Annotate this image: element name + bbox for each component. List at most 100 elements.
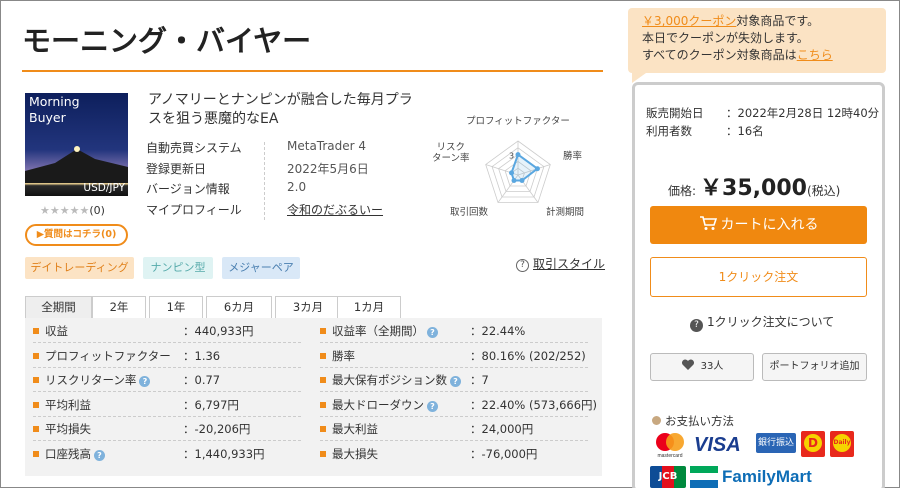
visa-logo: VISA [694, 434, 741, 456]
cart-icon [699, 216, 717, 230]
mountain-silhouette-icon [25, 146, 128, 183]
stat-divider [33, 415, 301, 417]
coupon-here-link[interactable]: こちら [797, 48, 833, 62]
stat-value: ：22.44% [470, 324, 526, 338]
radar-point-period [519, 178, 525, 184]
stat-row: 最大損失 ：-76,000円 [320, 443, 590, 465]
radar-label-risk-return: リスク ターン率 [432, 142, 470, 164]
stat-row: 最大保有ポジション数? ：7 [320, 369, 590, 391]
radar-point-profit_factor [515, 152, 521, 158]
tag-nanpin[interactable]: ナンピン型 [143, 257, 213, 279]
stat-value: ：-76,000円 [470, 446, 538, 461]
stat-divider [320, 391, 588, 392]
stat-value: ：24,000円 [470, 422, 534, 436]
info-key: 自動売買システム [146, 141, 242, 155]
bullet-square-icon [33, 352, 39, 359]
stat-label-wrap: 収益率（全期間）? [332, 320, 438, 342]
stat-divider [33, 342, 301, 343]
stat-row: 最大ドローダウン? ：22.40% (573,666円) [320, 394, 597, 416]
bullet-square-icon [320, 352, 326, 359]
stat-label: リスクリターン率 [45, 373, 137, 387]
radar-label-trades: 取引回数 [450, 207, 489, 218]
info-key: 登録更新日 [146, 162, 207, 176]
jcb-logo: JCB [650, 466, 686, 488]
radar-svg: 3 [485, 140, 551, 203]
one-click-about-label: 1クリック注文について [707, 315, 835, 329]
question-icon: ? [690, 319, 703, 332]
coupon-notice: ￥3,000クーポン対象商品です。 本日でクーポンが失効します。 すべてのクーポ… [628, 8, 886, 73]
mastercard-text: mastercard [657, 453, 682, 459]
thumbnail-text-line1: Morning [29, 94, 80, 109]
coupon-amount-link[interactable]: ￥3,000クーポン [642, 14, 736, 28]
info-value: MetaTrader 4 [287, 139, 367, 153]
help-icon[interactable]: ? [139, 376, 151, 387]
product-thumbnail[interactable]: Morning Buyer USD/JPY [25, 93, 128, 196]
bullet-square-icon [33, 450, 39, 457]
one-click-about-link[interactable]: ? 1クリック注文について [690, 313, 834, 332]
add-to-cart-button[interactable]: カートに入れる [650, 206, 867, 244]
trade-style-link[interactable]: 取引スタイル [533, 257, 605, 271]
stat-divider [33, 391, 301, 392]
daily-text: Daily [833, 434, 851, 452]
stats-panel: 収益 ：440,933円 プロフィットファクター ：1.36 リスクリターン率? ：0.7… [25, 318, 602, 476]
rating-count: (0) [89, 204, 105, 217]
profile-link[interactable]: 令和のだぶるいー [287, 203, 383, 217]
question-button[interactable]: ▶質問はコチラ(0) [25, 224, 128, 246]
stat-row: 最大利益 ：24,000円 [320, 418, 590, 440]
stat-label: 最大利益 [332, 422, 378, 436]
info-value: 2022年5月6日 [287, 162, 369, 176]
thumbnail-pair: USD/JPY [83, 182, 125, 194]
tab-1y[interactable]: 1年 [149, 296, 203, 318]
coupon-line3: すべてのクーポン対象商品は [642, 48, 797, 62]
stat-label-wrap: 最大ドローダウン? [332, 394, 438, 416]
stat-row: 平均利益 ：6,797円 [33, 394, 303, 416]
bullet-square-icon [320, 328, 326, 334]
coupon-line1: 対象商品です。 [736, 14, 820, 28]
stat-label: 平均利益 [45, 397, 91, 412]
radar-point-win_rate [534, 166, 540, 172]
tag-major-pair[interactable]: メジャーペア [222, 257, 300, 279]
radar-point-risk_return [509, 170, 515, 176]
stat-label: 収益 [45, 324, 68, 338]
stat-value: ：-20,206円 [183, 422, 251, 436]
radar-tick-label: 3 [509, 152, 514, 161]
price: 価格: ￥35,000(税込) [668, 170, 840, 202]
tab-3m[interactable]: 3カ月 [275, 296, 341, 318]
favorite-button[interactable]: 33人 [650, 353, 754, 381]
stat-row: 勝率 ：80.16% (202/252) [320, 345, 590, 367]
stat-value: ：1,440,933円 [183, 446, 265, 461]
stat-row: プロフィットファクター ：1.36 [33, 345, 303, 367]
rating-stars: ★★★★★ [40, 204, 90, 217]
portfolio-add-button[interactable]: ポートフォリオ追加 [762, 353, 867, 381]
bullet-square-icon [33, 401, 39, 408]
one-click-order-button[interactable]: 1クリック注文 [650, 257, 867, 297]
help-icon[interactable]: ? [427, 400, 438, 412]
payment-methods-title: お支払い方法 [652, 413, 734, 429]
stat-label: 最大損失 [332, 446, 378, 461]
stat-divider [320, 440, 588, 441]
stat-value: ：1.36 [183, 348, 221, 363]
stat-row: 収益 ：440,933円 [33, 320, 303, 342]
stat-label: 口座残高 [45, 446, 91, 461]
tag-daytrading[interactable]: デイトレーディング [25, 257, 134, 279]
sale-start-value: ：2022年2月28日 12時40分 [726, 106, 880, 120]
tab-2y[interactable]: 2年 [92, 296, 146, 318]
stat-divider [33, 440, 301, 441]
help-icon[interactable]: ? [450, 376, 461, 387]
stat-label: 平均損失 [45, 422, 91, 436]
bullet-square-icon [320, 401, 326, 408]
coupon-line2: 本日でクーポンが失効します。 [642, 31, 809, 45]
stat-label: 収益率（全期間） [332, 324, 424, 338]
favorite-count: 33人 [700, 361, 724, 372]
help-icon[interactable]: ? [427, 327, 438, 338]
stat-label: 最大保有ポジション数 [332, 373, 447, 387]
stat-label-wrap: 最大保有ポジション数? [332, 369, 461, 391]
tab-1m[interactable]: 1カ月 [337, 296, 401, 318]
stat-row: 平均損失 ：-20,206円 [33, 418, 303, 440]
bullet-square-icon [320, 426, 326, 432]
bullet-icon [652, 416, 661, 425]
tab-all[interactable]: 全期間 [25, 296, 92, 318]
trade-style-help[interactable]: ? 取引スタイル [516, 255, 605, 272]
help-icon[interactable]: ? [94, 449, 105, 461]
tab-6m[interactable]: 6カ月 [206, 296, 272, 318]
